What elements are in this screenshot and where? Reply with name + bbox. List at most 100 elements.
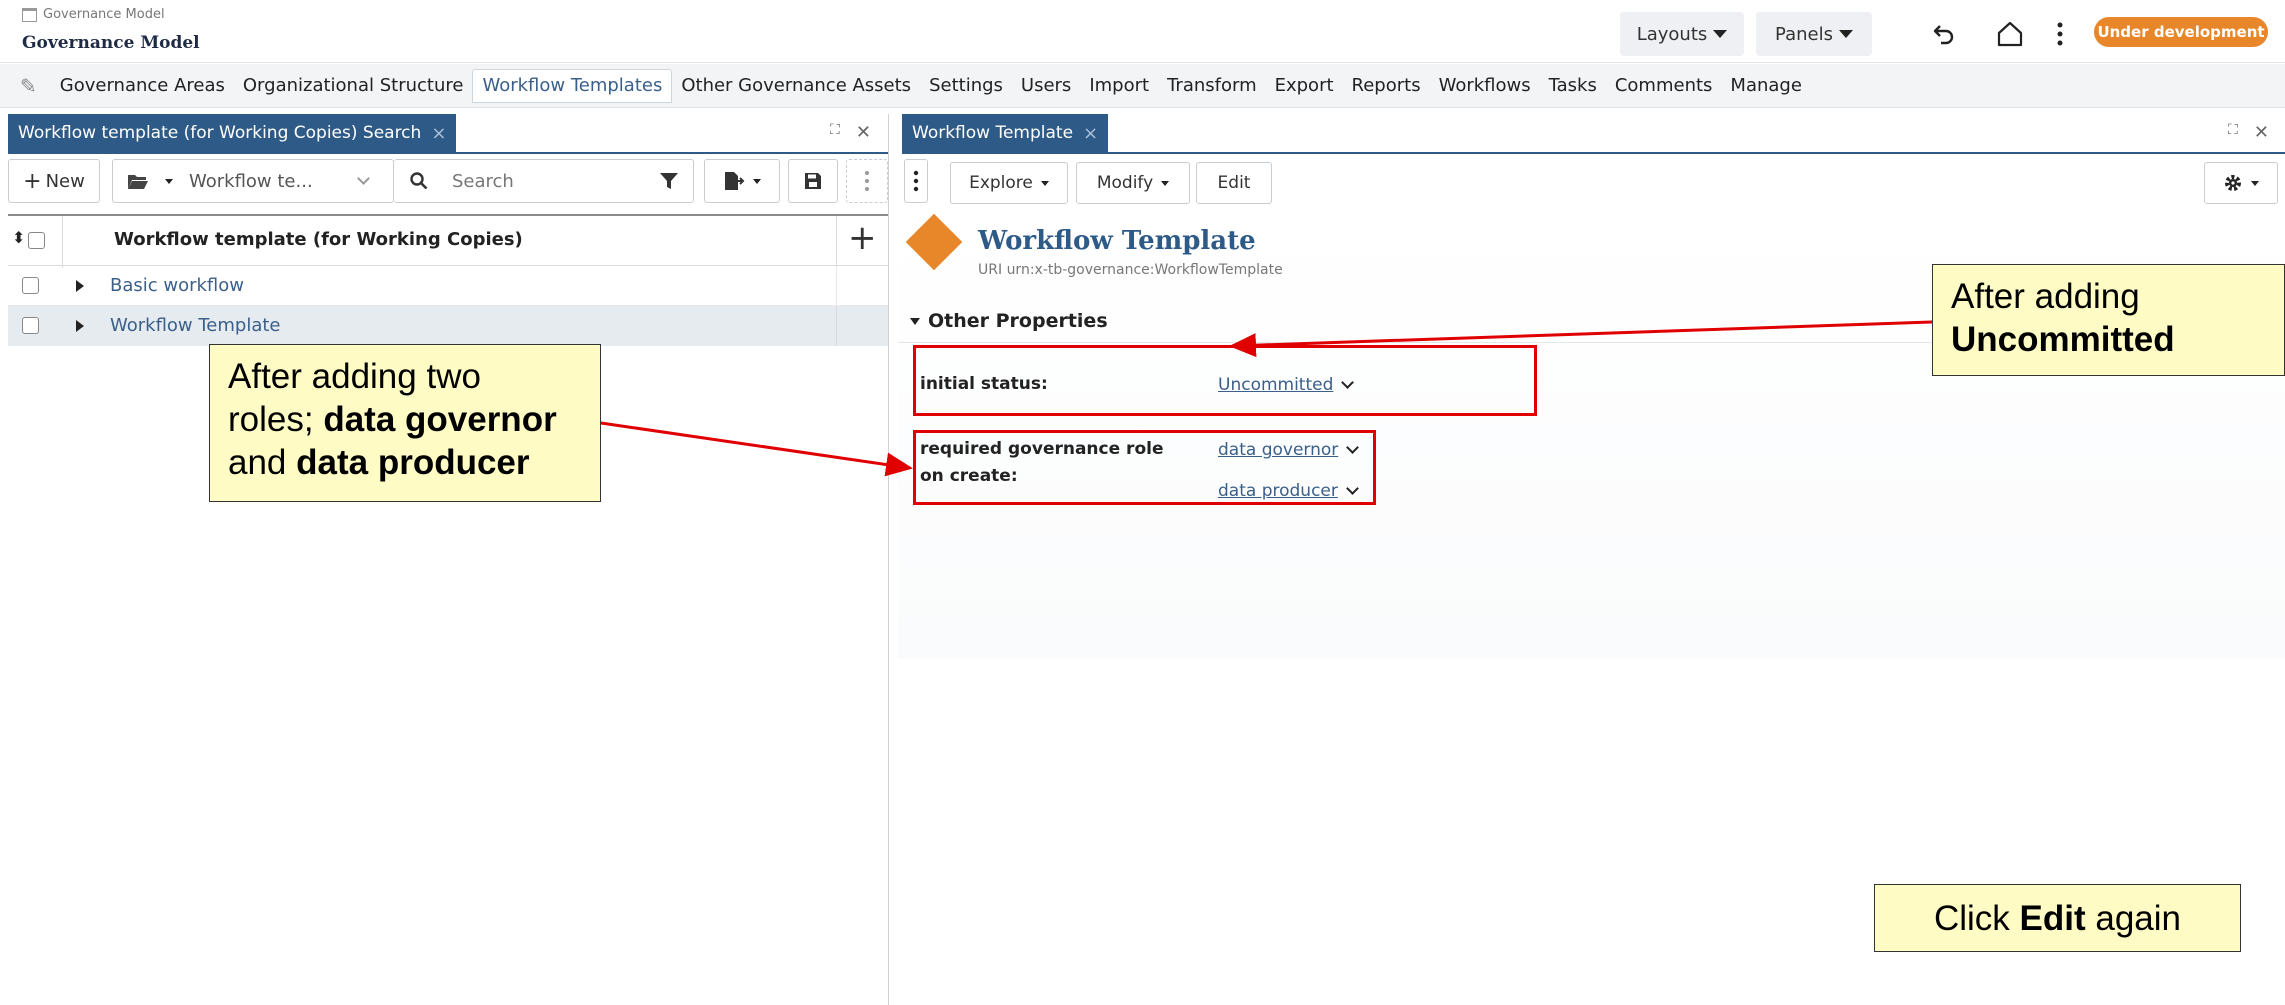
- more-vertical-icon: [865, 171, 869, 191]
- nav-workflows[interactable]: Workflows: [1430, 69, 1540, 103]
- nav-workflow-templates[interactable]: Workflow Templates: [472, 68, 673, 103]
- edit-label: Edit: [1217, 173, 1251, 193]
- more-menu-button[interactable]: [2048, 12, 2072, 56]
- nav-manage[interactable]: Manage: [1721, 69, 1811, 103]
- row-label[interactable]: Basic workflow: [110, 275, 244, 296]
- export-menu-button[interactable]: [704, 159, 780, 203]
- callout-text: and: [228, 443, 297, 482]
- resource-title: Workflow Template: [978, 226, 1256, 256]
- status-badge: Under development: [2094, 17, 2268, 47]
- callout-click-edit: Click Edit again: [1874, 884, 2241, 952]
- caret-down-icon: [2251, 180, 2259, 186]
- callout-text: roles;: [228, 400, 324, 439]
- class-select[interactable]: Workflow te...: [112, 159, 394, 203]
- tab-label: Workflow Template: [912, 123, 1074, 143]
- gear-icon: [2225, 175, 2241, 191]
- table-row-selected[interactable]: Workflow Template: [8, 306, 888, 346]
- expand-icon[interactable]: [76, 279, 84, 292]
- panels-button[interactable]: Panels: [1756, 12, 1872, 56]
- column-divider: [836, 216, 837, 268]
- nav-governance-areas[interactable]: Governance Areas: [51, 69, 234, 103]
- undo-button[interactable]: [1924, 12, 1964, 56]
- modify-label: Modify: [1096, 173, 1154, 193]
- nav-import[interactable]: Import: [1080, 69, 1158, 103]
- add-column-icon[interactable]: +: [848, 218, 877, 258]
- nav-users[interactable]: Users: [1012, 69, 1080, 103]
- nav-tasks[interactable]: Tasks: [1540, 69, 1606, 103]
- panel-splitter[interactable]: [888, 114, 889, 1005]
- more-vertical-icon: [913, 170, 919, 192]
- home-button[interactable]: [1988, 12, 2032, 56]
- callout-uncommitted: After adding Uncommitted: [1932, 264, 2285, 376]
- callout-text-bold: Edit: [2019, 898, 2086, 938]
- bank-icon: [22, 7, 37, 22]
- nav-comments[interactable]: Comments: [1606, 69, 1722, 103]
- new-label: New: [45, 170, 85, 192]
- nav-reports[interactable]: Reports: [1343, 69, 1430, 103]
- section-toggle-other-properties[interactable]: Other Properties: [910, 310, 1108, 332]
- select-all-checkbox[interactable]: [28, 232, 45, 249]
- caret-down-icon: [1838, 30, 1853, 38]
- callout-text-bold: data governor: [323, 400, 557, 439]
- callout-line: roles; data governor: [228, 398, 582, 441]
- more-options-button[interactable]: [904, 159, 928, 203]
- close-icon[interactable]: ×: [1083, 123, 1098, 144]
- caret-down-icon: [1161, 180, 1170, 186]
- caret-down-icon: [910, 317, 920, 325]
- sort-icon[interactable]: ⬍: [12, 228, 25, 247]
- settings-menu-button[interactable]: [2204, 162, 2278, 204]
- callout-text: After adding two: [228, 357, 481, 396]
- section-title: Other Properties: [928, 310, 1108, 332]
- row-checkbox[interactable]: [22, 317, 39, 334]
- more-options-button[interactable]: [846, 159, 888, 203]
- class-select-value: Workflow te...: [189, 170, 313, 192]
- resource-panel: Workflow Template × ⛶ ✕ Explore Modify E…: [898, 114, 2285, 1005]
- cell-divider: [836, 266, 837, 306]
- new-button[interactable]: + New: [8, 159, 100, 203]
- close-panel-icon[interactable]: ✕: [2254, 122, 2269, 143]
- search-placeholder: Search: [452, 170, 514, 192]
- caret-down-icon: [165, 178, 173, 184]
- explore-button[interactable]: Explore: [950, 162, 1068, 204]
- chevron-down-icon: [356, 172, 370, 185]
- main-nav: ✎ Governance Areas Organizational Struct…: [0, 64, 2285, 108]
- tab-label: Workflow template (for Working Copies) S…: [18, 123, 422, 143]
- nav-other-governance-assets[interactable]: Other Governance Assets: [672, 69, 920, 103]
- callout-roles: After adding two roles; data governor an…: [209, 344, 601, 502]
- nav-organizational-structure[interactable]: Organizational Structure: [234, 69, 473, 103]
- save-search-button[interactable]: [788, 159, 838, 203]
- breadcrumb[interactable]: Governance Model: [22, 7, 165, 22]
- tab-underline: [902, 152, 2285, 154]
- search-icon: [410, 172, 428, 190]
- pencil-icon[interactable]: ✎: [20, 74, 37, 98]
- caret-down-icon: [753, 178, 761, 184]
- plus-icon: +: [23, 168, 42, 194]
- tab-workflow-template[interactable]: Workflow Template ×: [902, 114, 1109, 152]
- caret-down-icon: [1040, 180, 1049, 186]
- folder-open-icon: [128, 174, 148, 189]
- row-label[interactable]: Workflow Template: [110, 315, 281, 336]
- results-header: ⬍ Workflow template (for Working Copies)…: [8, 214, 888, 268]
- column-divider: [62, 216, 63, 268]
- maximize-icon[interactable]: ⛶: [2228, 122, 2238, 143]
- file-export-icon: [725, 172, 745, 190]
- modify-button[interactable]: Modify: [1076, 162, 1190, 204]
- undo-icon: [1933, 25, 1954, 45]
- edit-button[interactable]: Edit: [1196, 162, 1272, 204]
- row-checkbox[interactable]: [22, 277, 39, 294]
- tab-workflow-template-search[interactable]: Workflow template (for Working Copies) S…: [8, 114, 457, 152]
- search-input[interactable]: Search: [394, 159, 694, 203]
- close-icon[interactable]: ×: [431, 123, 446, 144]
- nav-settings[interactable]: Settings: [920, 69, 1012, 103]
- layouts-button[interactable]: Layouts: [1620, 12, 1744, 56]
- filter-icon[interactable]: [659, 171, 679, 191]
- table-row[interactable]: Basic workflow: [8, 266, 888, 306]
- panels-label: Panels: [1775, 23, 1833, 45]
- nav-export[interactable]: Export: [1266, 69, 1343, 103]
- maximize-icon[interactable]: ⛶: [830, 122, 840, 143]
- top-header: Governance Model Governance Model Layout…: [0, 0, 2285, 63]
- expand-icon[interactable]: [76, 319, 84, 332]
- nav-transform[interactable]: Transform: [1158, 69, 1266, 103]
- close-panel-icon[interactable]: ✕: [856, 122, 871, 143]
- search-panel: Workflow template (for Working Copies) S…: [8, 114, 888, 1005]
